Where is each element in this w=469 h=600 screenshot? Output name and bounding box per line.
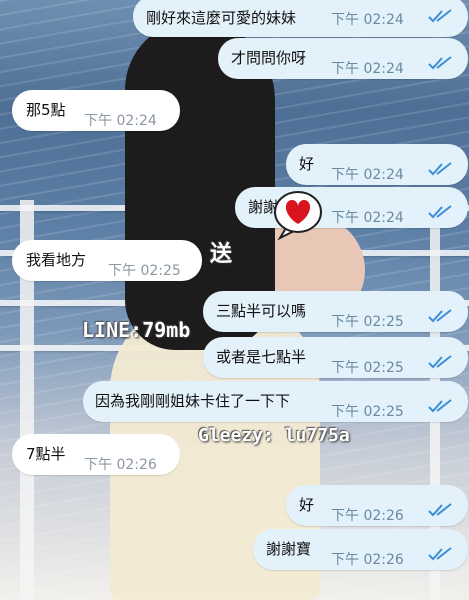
- message-text: 因為我剛剛姐妹卡住了一下下: [95, 392, 291, 410]
- message-bubble-outgoing[interactable]: 好 下午 02:26: [286, 485, 468, 526]
- message-time: 下午 02:26: [331, 508, 404, 524]
- message-bubble-outgoing[interactable]: 剛好來這麼可愛的妹妹 下午 02:24: [133, 0, 468, 37]
- message-text: 剛好來這麼可愛的妹妹: [146, 9, 297, 27]
- read-check-icon: [428, 162, 452, 176]
- message-text: 謝謝寶: [266, 540, 312, 558]
- read-check-icon: [428, 399, 452, 413]
- message-time: 下午 02:25: [331, 314, 404, 330]
- message-bubble-outgoing[interactable]: 或者是七點半 下午 02:25: [203, 337, 468, 378]
- message-text: 三點半可以嗎: [216, 302, 307, 320]
- message-bubble-outgoing[interactable]: 謝謝 下午 02:24: [235, 187, 468, 228]
- heart-sticker-icon: [274, 191, 322, 240]
- message-text: 或者是七點半: [216, 348, 307, 366]
- message-text: 好: [299, 496, 315, 514]
- watermark-send: 送: [210, 242, 233, 267]
- message-time: 下午 02:24: [331, 210, 404, 226]
- message-bubble-outgoing[interactable]: 好 下午 02:24: [286, 144, 468, 185]
- message-time: 下午 02:25: [331, 404, 404, 420]
- message-text: 那5點: [26, 101, 66, 119]
- read-check-icon: [428, 9, 452, 23]
- message-bubble-outgoing[interactable]: 謝謝寶 下午 02:26: [253, 529, 468, 570]
- message-text: 7點半: [26, 445, 66, 463]
- message-time: 下午 02:24: [84, 113, 157, 129]
- message-bubble-incoming[interactable]: 7點半 下午 02:26: [12, 434, 180, 475]
- read-check-icon: [428, 355, 452, 369]
- message-time: 下午 02:25: [331, 360, 404, 376]
- message-text: 才問問你呀: [231, 49, 307, 67]
- message-bubble-outgoing[interactable]: 三點半可以嗎 下午 02:25: [203, 291, 468, 332]
- message-time: 下午 02:26: [331, 552, 404, 568]
- message-bubble-outgoing[interactable]: 才問問你呀 下午 02:24: [218, 38, 468, 79]
- message-bubble-incoming[interactable]: 我看地方 下午 02:25: [12, 240, 202, 281]
- read-check-icon: [428, 309, 452, 323]
- message-time: 下午 02:25: [108, 263, 181, 279]
- message-time: 下午 02:26: [84, 457, 157, 473]
- read-check-icon: [428, 547, 452, 561]
- message-time: 下午 02:24: [331, 167, 404, 183]
- watermark-gleezy: Gleezy: lu775a: [198, 425, 350, 446]
- message-text: 我看地方: [26, 251, 87, 269]
- read-check-icon: [428, 205, 452, 219]
- message-bubble-outgoing[interactable]: 因為我剛剛姐妹卡住了一下下 下午 02:25: [83, 381, 468, 422]
- watermark-line-id: LINE:79mb: [82, 318, 191, 342]
- message-text: 好: [299, 155, 315, 173]
- read-check-icon: [428, 503, 452, 517]
- message-time: 下午 02:24: [331, 12, 404, 28]
- message-time: 下午 02:24: [331, 61, 404, 77]
- read-check-icon: [428, 56, 452, 70]
- message-bubble-incoming[interactable]: 那5點 下午 02:24: [12, 90, 180, 131]
